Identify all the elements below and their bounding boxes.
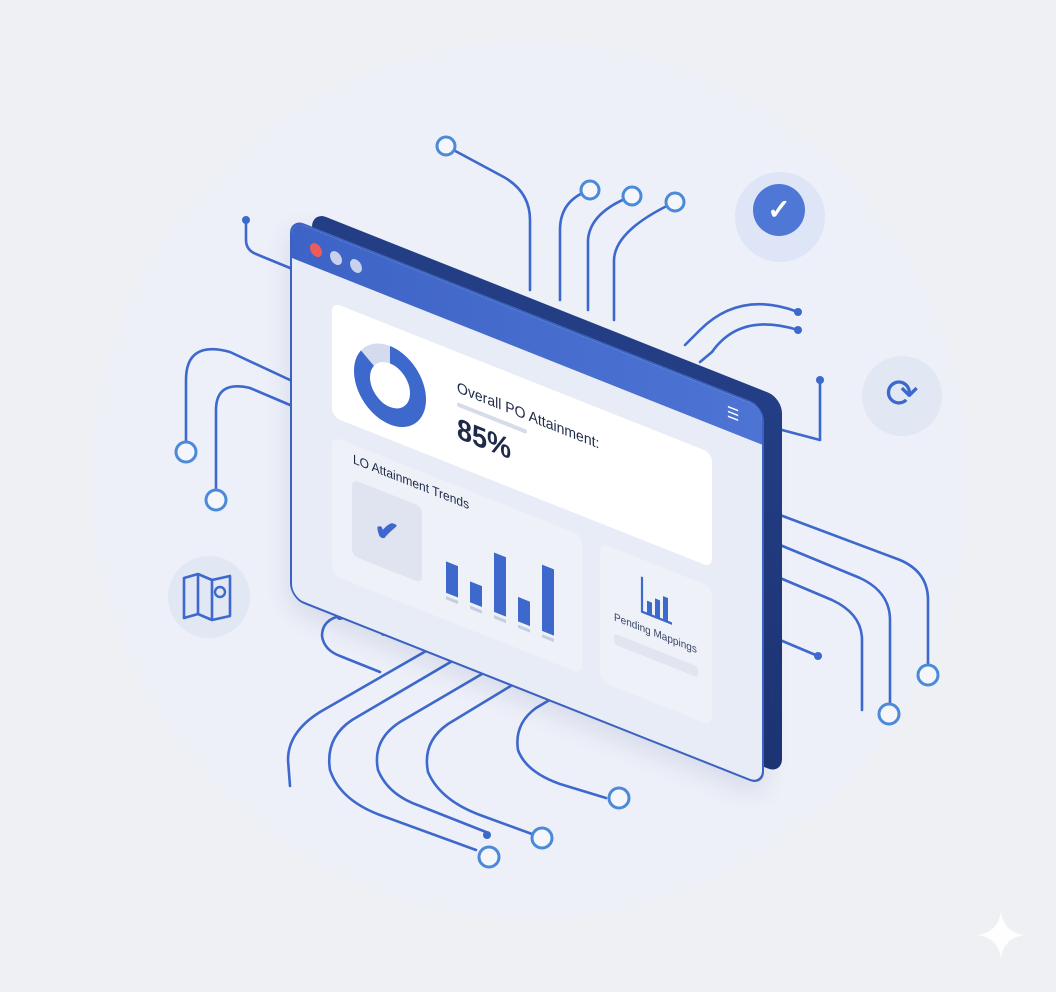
wire-node	[579, 179, 601, 201]
check-bubble-icon: ✓	[753, 184, 805, 236]
check-bubble-badge: ✓	[735, 172, 825, 262]
wire-dot	[242, 216, 250, 224]
wire-dot	[794, 308, 802, 316]
wire	[558, 188, 592, 302]
pending-mappings-card: Pending Mappings	[600, 542, 712, 726]
wire	[778, 638, 820, 658]
minimize-dot[interactable]	[330, 249, 342, 267]
sparkle-icon	[978, 912, 1024, 958]
trend-bar	[494, 552, 506, 617]
wire-dot	[483, 831, 491, 839]
wire-node	[477, 845, 501, 869]
wire-node	[664, 191, 686, 213]
trend-bar	[470, 581, 482, 608]
wire-dot	[814, 652, 822, 660]
trend-bar-tick	[470, 605, 482, 614]
illustration-canvas: ☰ Overall PO Attainment: 85% LO Attainme…	[0, 0, 1056, 992]
trend-bar	[446, 561, 458, 598]
wire-node	[916, 663, 940, 687]
wire-node	[530, 826, 554, 850]
wire	[184, 347, 292, 444]
wire	[780, 378, 822, 442]
wire	[778, 513, 930, 667]
trend-bar-chart	[446, 552, 554, 643]
wire	[244, 218, 292, 270]
trend-bar-tick	[518, 624, 530, 633]
map-icon	[182, 572, 232, 622]
menu-icon[interactable]: ☰	[724, 401, 742, 426]
wire	[612, 200, 677, 322]
wire	[698, 323, 800, 364]
trend-bar-tick	[494, 615, 506, 624]
wire-node	[174, 440, 198, 464]
trend-bar-tick	[446, 596, 458, 605]
sync-icon: ⟳	[885, 372, 919, 416]
maximize-dot[interactable]	[350, 257, 362, 275]
wire	[214, 385, 292, 492]
checkmark-icon: ✔	[374, 508, 400, 555]
wire-node	[607, 786, 631, 810]
wire-dot	[794, 326, 802, 334]
close-dot[interactable]	[310, 241, 322, 260]
trend-bar	[518, 596, 530, 627]
wire	[444, 144, 532, 292]
wire-node	[435, 135, 457, 157]
wire-node	[204, 488, 228, 512]
wire	[586, 194, 634, 312]
map-badge	[168, 556, 250, 638]
wire-dot	[816, 376, 824, 384]
wire-node	[877, 702, 901, 726]
check-tile: ✔	[352, 479, 422, 584]
donut-chart-icon	[354, 343, 426, 427]
wire	[778, 543, 892, 707]
wire-node	[621, 185, 643, 207]
sync-badge: ⟳	[862, 356, 942, 436]
trend-bar	[542, 564, 554, 636]
trend-bar-tick	[542, 634, 554, 643]
